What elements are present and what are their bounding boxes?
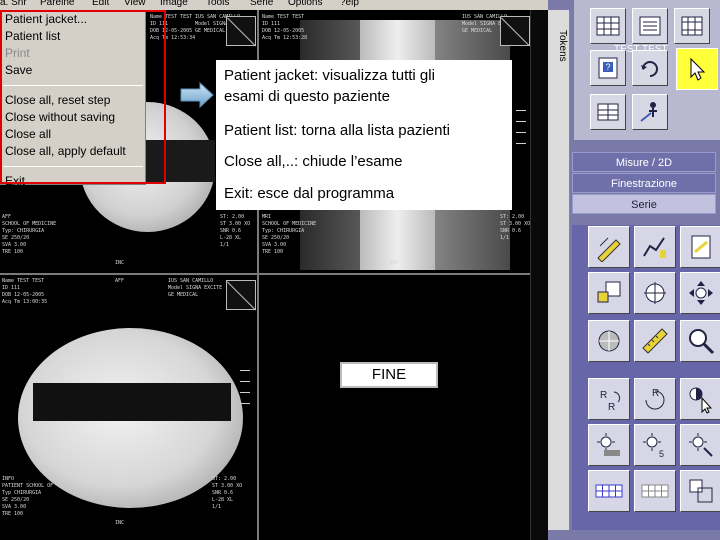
film-strip-icon[interactable] bbox=[674, 8, 710, 44]
svg-text:R: R bbox=[600, 390, 607, 401]
callout-line-5: Exit: esce dal programma bbox=[224, 185, 395, 202]
viewport-divider-horizontal bbox=[0, 273, 548, 275]
brightness-pointer-icon[interactable] bbox=[680, 378, 720, 420]
menu-item-print: Print bbox=[5, 46, 30, 60]
rotate-ccw-icon[interactable]: R bbox=[634, 378, 676, 420]
pan-hand-icon[interactable] bbox=[634, 272, 676, 314]
ruler-icon[interactable] bbox=[634, 320, 676, 362]
viewer-scrollbar[interactable] bbox=[530, 10, 548, 540]
menu-edit[interactable]: Edit bbox=[92, 0, 109, 8]
rotate-flip-icon[interactable]: RR bbox=[588, 378, 630, 420]
menu-item-close-all-default[interactable]: Close all, apply default bbox=[1, 143, 145, 160]
menu-item-close-all-reset[interactable]: Close all, reset step bbox=[1, 92, 145, 109]
callout-line-1: Patient jacket: visualizza tutti gli bbox=[224, 67, 435, 84]
person-measure-icon[interactable] bbox=[632, 94, 668, 130]
menu-item-patient-list[interactable]: Patient list bbox=[1, 28, 145, 45]
overlay-tr-series: MRI SCHOOL OF MEDICINE Typ: CHIRURGIA SE… bbox=[262, 214, 317, 255]
zoom-region-icon[interactable] bbox=[588, 272, 630, 314]
tokens-label: Tokens bbox=[557, 30, 568, 62]
viewport-thumbnail[interactable] bbox=[226, 16, 256, 46]
menu-item-close-without-saving[interactable]: Close without saving bbox=[1, 109, 145, 126]
crop-layout-icon[interactable] bbox=[680, 470, 720, 512]
menu-separator bbox=[3, 85, 143, 86]
folder-tree-icon[interactable] bbox=[632, 8, 668, 44]
menu-options[interactable]: Options bbox=[288, 0, 322, 8]
overlay-bl-params: ST: 2.00 ST 3.00 XO SNR 0.6 L-28 XL 1/1 bbox=[212, 476, 243, 510]
svg-text:R: R bbox=[608, 402, 615, 413]
viewport-thumbnail-3[interactable] bbox=[226, 280, 256, 310]
grid-view-icon[interactable] bbox=[590, 8, 626, 44]
layout-grid-2-icon[interactable] bbox=[634, 470, 676, 512]
menu-view[interactable]: View bbox=[124, 0, 146, 8]
overlay-tr-patient: Name TEST TEST ID 111 DOB 12-05-2005 Acq… bbox=[262, 14, 308, 41]
overlay-tr-inc: INC bbox=[390, 260, 400, 266]
svg-text:?: ? bbox=[605, 62, 610, 72]
region-icon[interactable] bbox=[588, 320, 630, 362]
pointer-tool-button[interactable] bbox=[676, 48, 718, 90]
menu-window[interactable]: Pareine bbox=[40, 0, 74, 8]
file-menu-dropdown: Patient jacket... Patient list Print Sav… bbox=[0, 10, 146, 188]
menu-tools[interactable]: Tools bbox=[206, 0, 229, 8]
svg-text:R: R bbox=[652, 388, 659, 399]
callout-line-2: esami di questo paziente bbox=[224, 88, 390, 105]
pointer-arrow-icon bbox=[180, 82, 214, 108]
overlay-bl-aff: AFF bbox=[115, 278, 125, 284]
scale-ticks-top-right bbox=[516, 110, 526, 154]
svg-text:5: 5 bbox=[659, 449, 664, 459]
menu-help[interactable]: ?elp bbox=[340, 0, 359, 8]
pencil-measure-icon[interactable] bbox=[588, 226, 630, 268]
annotation-callout: Patient jacket: visualizza tutti gli esa… bbox=[216, 60, 512, 210]
overlay-tl-inc: INC bbox=[115, 260, 125, 266]
calibration-icon[interactable] bbox=[680, 226, 720, 268]
overlay-tr-params: ST: 2.00 ST 3.00 XO SNR 0.6 1/1 bbox=[500, 214, 531, 241]
menu-item-patient-jacket[interactable]: Patient jacket... bbox=[1, 11, 145, 28]
menu-serie[interactable]: Serie bbox=[250, 0, 273, 8]
overlay-bl-inc: INC bbox=[115, 520, 125, 526]
overlay-bl-patient: Name TEST TEST ID 111 DOB 12-05-2005 Acq… bbox=[2, 278, 48, 305]
menu-separator-2 bbox=[3, 166, 143, 167]
finestrazione-button[interactable]: Finestrazione bbox=[572, 173, 716, 193]
menu-bar: a. Snr Pareine Edit View Image Tools Ser… bbox=[0, 0, 548, 10]
menu-image[interactable]: Image bbox=[160, 0, 188, 8]
overlay-bl-series: INFO PATIENT SCHOOL OF Typ CHIRURGIA SE … bbox=[2, 476, 54, 517]
table-icon[interactable] bbox=[590, 94, 626, 130]
misure-2d-button[interactable]: Misure / 2D bbox=[572, 152, 716, 172]
overlay-tl-series: AFF SCHOOL OF MEDICINE Typ: CHIRURGIA SE… bbox=[2, 214, 57, 255]
sun-brightness-icon[interactable] bbox=[680, 424, 720, 466]
callout-line-3: Patient list: torna alla lista pazienti bbox=[224, 122, 450, 139]
move-icon[interactable] bbox=[680, 272, 720, 314]
serie-button[interactable]: Serie bbox=[572, 194, 716, 214]
magnifier-icon[interactable] bbox=[680, 320, 720, 362]
menu-file[interactable]: a. Snr bbox=[0, 0, 27, 8]
overlay-tl-params: ST: 2.00 ST 3.00 XO SNR 0.6 L-28 XL 1/1 bbox=[220, 214, 251, 248]
sun-adjust-icon[interactable]: 5 bbox=[634, 424, 676, 466]
overlay-bl-institution: IUS SAN CAMILLO Model SIGNA EXCITE GE ME… bbox=[168, 278, 223, 298]
contrast-icon[interactable] bbox=[634, 226, 676, 268]
viewport-thumbnail-2[interactable] bbox=[500, 16, 530, 46]
tokens-strip[interactable] bbox=[548, 10, 570, 530]
layout-grid-icon[interactable] bbox=[588, 470, 630, 512]
fine-label: FINE bbox=[340, 362, 438, 388]
menu-item-exit[interactable]: Exit bbox=[1, 173, 145, 190]
help-book-icon[interactable]: ? bbox=[590, 50, 626, 86]
menu-item-save[interactable]: Save bbox=[1, 62, 145, 79]
sun-contrast-icon[interactable] bbox=[588, 424, 630, 466]
rotate-icon[interactable] bbox=[632, 50, 668, 86]
callout-line-4: Close all,..: chiude l’esame bbox=[224, 153, 403, 170]
overlay-tl-patient: Name TEST TEST ID 111 DOB 12-05-2005 Acq… bbox=[150, 14, 196, 41]
menu-item-close-all[interactable]: Close all bbox=[1, 126, 145, 143]
scale-ticks-bottom-left bbox=[240, 370, 250, 414]
